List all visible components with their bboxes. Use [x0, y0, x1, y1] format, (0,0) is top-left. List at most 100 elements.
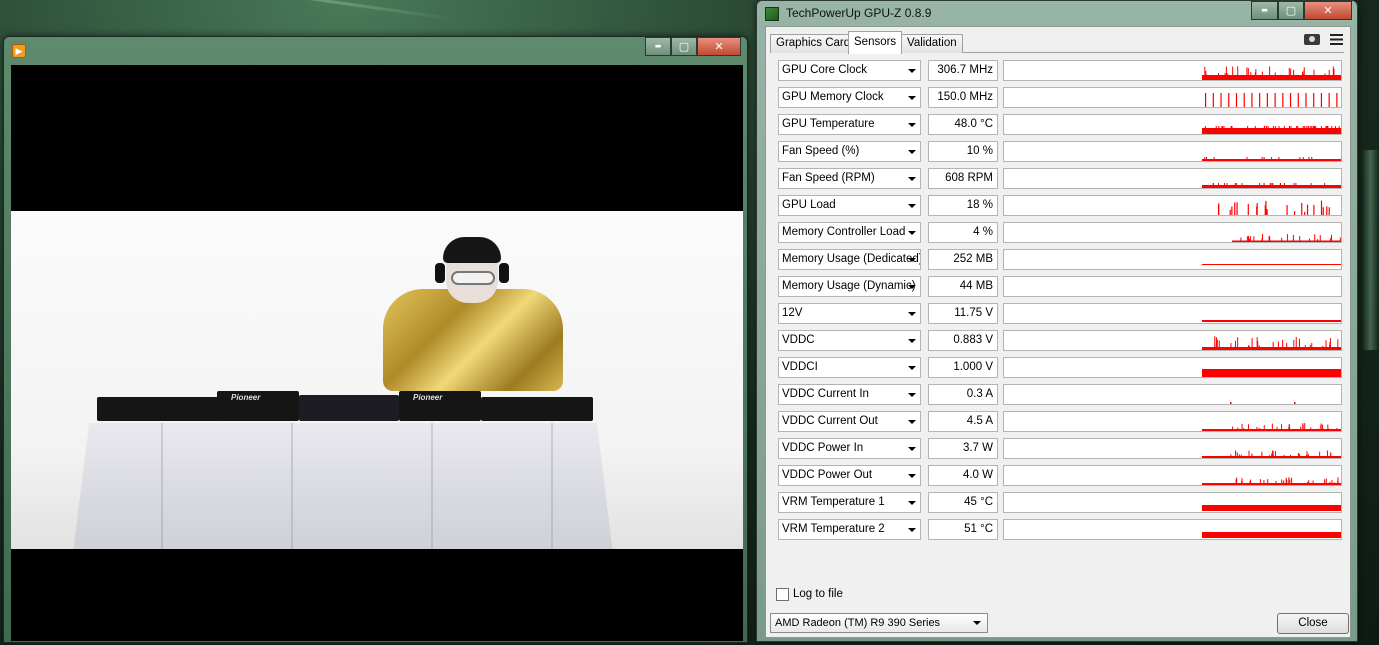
sensor-graph[interactable] — [1003, 168, 1342, 189]
graph-bar — [1286, 205, 1288, 215]
sensor-name-dropdown[interactable]: VRM Temperature 2 — [778, 519, 921, 540]
graph-bar — [1202, 347, 1341, 350]
graph-bar — [1278, 126, 1280, 128]
sensor-graph[interactable] — [1003, 114, 1342, 135]
cdj-left: Pioneer — [217, 391, 299, 421]
tab-graphics-card[interactable]: Graphics Card — [770, 34, 857, 53]
chevron-down-icon — [908, 312, 916, 316]
menu-icon[interactable] — [1330, 34, 1343, 45]
minimize-button[interactable]: ▬ — [645, 37, 671, 56]
sensor-name-dropdown[interactable]: Memory Usage (Dynamic) — [778, 276, 921, 297]
sensor-name-dropdown[interactable]: GPU Core Clock — [778, 60, 921, 81]
sensor-graph[interactable] — [1003, 330, 1342, 351]
sensor-name-dropdown[interactable]: VDDC Power In — [778, 438, 921, 459]
sensor-name-dropdown[interactable]: VDDCI — [778, 357, 921, 378]
close-button[interactable]: ✕ — [697, 37, 741, 56]
sensor-name-dropdown[interactable]: VDDC Current Out — [778, 411, 921, 432]
camera-icon[interactable] — [1304, 34, 1320, 45]
sensor-graph[interactable] — [1003, 303, 1342, 324]
graph-bar — [1327, 428, 1329, 431]
maximize-button[interactable]: ▢ — [671, 37, 697, 56]
graph-bar — [1329, 238, 1331, 242]
sensor-name-dropdown[interactable]: Fan Speed (%) — [778, 141, 921, 162]
sensor-graph[interactable] — [1003, 195, 1342, 216]
sensor-graph[interactable] — [1003, 249, 1342, 270]
sensor-name-dropdown[interactable]: 12V — [778, 303, 921, 324]
sensor-name-dropdown[interactable]: VDDC Current In — [778, 384, 921, 405]
graph-bar — [1308, 157, 1310, 159]
cdj-right: Pioneer — [399, 391, 481, 421]
sensor-graph[interactable] — [1003, 276, 1342, 297]
headphones-icon — [435, 263, 445, 283]
sensor-graph-plot — [1202, 264, 1341, 265]
graph-bar — [1263, 425, 1265, 431]
graph-bar — [1300, 426, 1302, 431]
tab-validation[interactable]: Validation — [901, 34, 963, 53]
graph-bar — [1235, 340, 1237, 350]
graph-bar — [1303, 70, 1305, 80]
close-button[interactable]: ✕ — [1304, 1, 1352, 20]
sensor-graph[interactable] — [1003, 141, 1342, 162]
graph-bar — [1293, 339, 1295, 350]
gpuz-window[interactable]: TechPowerUp GPU-Z 0.8.9 ▬ ▢ ✕ Graphics C… — [756, 0, 1358, 642]
sensor-name-dropdown[interactable]: Memory Controller Load — [778, 222, 921, 243]
sensor-name-dropdown[interactable]: GPU Memory Clock — [778, 87, 921, 108]
sensor-graph[interactable] — [1003, 384, 1342, 405]
graph-bar — [1312, 126, 1314, 128]
sensor-graph-plot — [1202, 423, 1341, 431]
graph-bar — [1235, 450, 1237, 458]
graph-bar — [1337, 480, 1339, 485]
sensor-graph[interactable] — [1003, 411, 1342, 432]
sensor-graph[interactable] — [1003, 87, 1342, 108]
sensor-graph[interactable] — [1003, 60, 1342, 81]
sensor-name-dropdown[interactable]: Fan Speed (RPM) — [778, 168, 921, 189]
graph-bar — [1274, 72, 1276, 80]
close-dialog-button[interactable]: Close — [1277, 613, 1349, 634]
graph-bar — [1259, 183, 1261, 185]
sensor-row: Fan Speed (RPM) 608 RPM — [778, 168, 1344, 190]
graph-bar — [1283, 126, 1285, 128]
sensor-name-dropdown[interactable]: GPU Load — [778, 195, 921, 216]
sensor-graph[interactable] — [1003, 222, 1342, 243]
sensor-name-dropdown[interactable]: GPU Temperature — [778, 114, 921, 135]
sensor-name-dropdown[interactable]: VDDC — [778, 330, 921, 351]
sensor-graph[interactable] — [1003, 465, 1342, 486]
sensor-name-dropdown[interactable]: Memory Usage (Dedicated) — [778, 249, 921, 270]
sensor-graph[interactable] — [1003, 492, 1342, 513]
sensor-graph[interactable] — [1003, 438, 1342, 459]
graph-bar — [1263, 480, 1265, 485]
graph-bar — [1283, 183, 1285, 185]
graph-bar — [1251, 93, 1253, 107]
video-screen[interactable]: Pioneer Pioneer — [11, 65, 743, 641]
minimize-button[interactable]: ▬ — [1251, 1, 1278, 20]
maximize-button[interactable]: ▢ — [1278, 1, 1304, 20]
sensor-graph-plot — [1202, 477, 1341, 485]
graph-bar — [1230, 343, 1232, 350]
graph-bar — [1218, 126, 1220, 128]
tab-sensors[interactable]: Sensors — [848, 31, 903, 54]
graph-bar — [1317, 239, 1319, 242]
graph-bar — [1274, 450, 1276, 458]
graph-bar — [1235, 93, 1238, 107]
video-player-window[interactable]: ▶ ▬ ▢ ✕ Pioneer Pioneer — [3, 36, 748, 643]
graph-bar — [1202, 532, 1341, 538]
sensor-name-dropdown[interactable]: VDDC Power Out — [778, 465, 921, 486]
graph-bar — [1306, 451, 1308, 458]
sensor-graph[interactable] — [1003, 519, 1342, 540]
sensor-graph-plot — [1202, 183, 1341, 188]
graph-bar — [1308, 480, 1310, 485]
graph-bar — [1327, 126, 1329, 128]
chevron-down-icon — [908, 501, 916, 505]
sensor-row: VDDC Power Out 4.0 W — [778, 465, 1344, 487]
gpu-select-dropdown[interactable]: AMD Radeon (TM) R9 390 Series — [770, 613, 988, 633]
sensor-row: Memory Usage (Dedicated) 252 MB — [778, 249, 1344, 271]
sensor-row: VRM Temperature 1 45 °C — [778, 492, 1344, 514]
graph-bar — [1259, 479, 1261, 485]
sensor-name-dropdown[interactable]: VRM Temperature 1 — [778, 492, 921, 513]
sensor-row: VDDCI 1.000 V — [778, 357, 1344, 379]
dj-person — [383, 289, 563, 391]
sensor-graph[interactable] — [1003, 357, 1342, 378]
graph-bar — [1254, 72, 1256, 80]
graph-bar — [1304, 345, 1306, 350]
log-to-file-checkbox[interactable] — [776, 588, 789, 601]
